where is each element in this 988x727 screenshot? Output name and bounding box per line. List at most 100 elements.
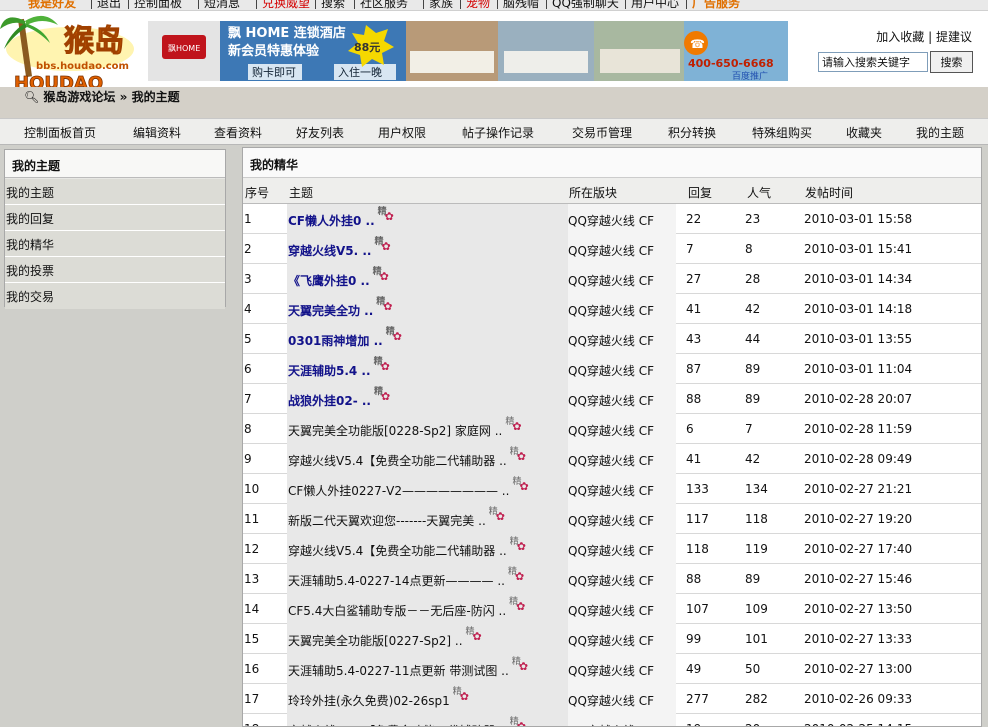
table-row: 16 天涯辅助5.4-0227-11点更新 带测试图 .. 精 ✿ QQ穿越火线 CF 4… bbox=[243, 654, 981, 684]
tab-special-group[interactable]: 特殊组购买 bbox=[752, 124, 812, 141]
thread-subject-link[interactable]: 玲玲外挂(永久免费)02-26sp1 精 ✿ bbox=[288, 687, 470, 709]
top-nav-item[interactable]: 短消息 bbox=[204, 0, 240, 10]
forum-link[interactable]: QQ穿越火线 CF bbox=[568, 542, 654, 559]
suggest-link[interactable]: 提建议 bbox=[936, 30, 972, 44]
tab-permissions[interactable]: 用户权限 bbox=[378, 124, 426, 141]
search-button[interactable]: 搜索 bbox=[930, 51, 973, 73]
col-subject: 主题 bbox=[289, 186, 314, 200]
forum-link[interactable]: QQ穿越火线 CF bbox=[568, 632, 654, 649]
row-number: 17 bbox=[244, 692, 260, 706]
tab-view-profile[interactable]: 查看资料 bbox=[214, 124, 262, 141]
digest-star-icon: 精 ✿ bbox=[374, 237, 391, 253]
top-nav-item[interactable]: 兑换威望 bbox=[262, 0, 310, 10]
thread-subject-text: 天翼完美全功能版[0228-Sp2] 家庭网 .. bbox=[288, 424, 503, 438]
svg-text:bbs.houdao.com: bbs.houdao.com bbox=[36, 61, 129, 72]
post-time: 2010-02-27 13:50 bbox=[804, 602, 913, 616]
forum-link[interactable]: QQ穿越火线 CF bbox=[568, 452, 654, 469]
tab-points-exchange[interactable]: 积分转换 bbox=[668, 124, 716, 141]
tab-post-log[interactable]: 帖子操作记录 bbox=[462, 124, 534, 141]
thread-subject-text: 天涯辅助5.4 .. bbox=[288, 364, 371, 378]
top-nav-item[interactable]: 社区服务 bbox=[360, 0, 408, 10]
top-nav-item[interactable]: 广告服务 bbox=[692, 0, 740, 10]
sidebar-item-my-threads[interactable]: 我的主题 bbox=[5, 179, 225, 205]
thread-subject-link[interactable]: 穿越火线V5.4【免费全功能二代辅助器 ..精✿ bbox=[288, 537, 527, 559]
thread-subject-link[interactable]: CF5.4大白鲨辅助专版－－无后座-防闪 .. 精 ✿ bbox=[288, 597, 526, 619]
forum-link[interactable]: QQ穿越火线 CF bbox=[568, 302, 654, 319]
post-time: 2010-02-27 13:00 bbox=[804, 662, 913, 676]
forum-link[interactable]: QQ穿越火线 CF bbox=[568, 212, 654, 229]
post-time: 2010-02-28 20:07 bbox=[804, 392, 913, 406]
thread-subject-link[interactable]: 0301雨神增加 .. 精 ✿ bbox=[288, 327, 403, 349]
thread-subject-link[interactable]: 天翼完美全功能版[0228-Sp2] 家庭网 .. 精 ✿ bbox=[288, 417, 522, 439]
tab-friends[interactable]: 好友列表 bbox=[296, 124, 344, 141]
thread-subject-link[interactable]: 战狼外挂02- .. 精 ✿ bbox=[288, 387, 391, 409]
forum-link[interactable]: QQ穿越火线 CF bbox=[568, 572, 654, 589]
forum-link[interactable]: QQ穿越火线 CF bbox=[568, 602, 654, 619]
thread-subject-link[interactable]: 穿越火线V5.4【免费全功能二代辅助器 ..精✿ bbox=[288, 447, 527, 469]
forum-link[interactable]: QQ穿越火线 CF bbox=[568, 422, 654, 439]
top-nav-item[interactable]: 控制面板 bbox=[134, 0, 182, 10]
post-time: 2010-03-01 14:34 bbox=[804, 272, 913, 286]
thread-subject-text: CF5.4大白鲨辅助专版－－无后座-防闪 .. bbox=[288, 604, 507, 618]
table-row: 1 CF懒人外挂0 .. 精 ✿ QQ穿越火线 CF 22 23 2010-03-01 15:… bbox=[243, 204, 981, 234]
tab-my-threads[interactable]: 我的主题 bbox=[916, 124, 964, 141]
forum-link[interactable]: QQ穿越火线 CF bbox=[568, 722, 654, 726]
forum-link[interactable]: QQ穿越火线 CF bbox=[568, 692, 654, 709]
tab-control-panel-home[interactable]: 控制面板首页 bbox=[24, 124, 96, 141]
top-nav-item[interactable]: 退出 bbox=[97, 0, 121, 10]
sidebar-item-my-polls[interactable]: 我的投票 bbox=[5, 257, 225, 283]
table-row: 6 天涯辅助5.4 .. 精 ✿ QQ穿越火线 CF 87 89 2010-03-01 11:… bbox=[243, 354, 981, 384]
reply-count: 19 bbox=[686, 722, 701, 726]
tab-edit-profile[interactable]: 编辑资料 bbox=[133, 124, 181, 141]
top-nav-item[interactable]: QQ强制聊天 bbox=[552, 0, 619, 10]
row-number: 4 bbox=[244, 302, 252, 316]
post-time: 2010-02-25 14:15 bbox=[804, 722, 912, 726]
digest-star-icon: 精 ✿ bbox=[385, 327, 402, 343]
thread-subject-link[interactable]: 天翼完美全功能版[0227-Sp2] .. 精 ✿ bbox=[288, 627, 483, 649]
sidebar-item-my-trades[interactable]: 我的交易 bbox=[5, 283, 225, 309]
tab-currency[interactable]: 交易币管理 bbox=[572, 124, 632, 141]
sidebar-item-my-replies[interactable]: 我的回复 bbox=[5, 205, 225, 231]
site-logo[interactable]: 猴岛 bbs.houdao.com HOUDAO bbox=[0, 11, 150, 93]
forum-link[interactable]: QQ穿越火线 CF bbox=[568, 332, 654, 349]
forum-link[interactable]: QQ穿越火线 CF bbox=[568, 392, 654, 409]
hotel-ad-banner[interactable]: 飘HOME 飘 HOME 连锁酒店 新会员特惠体验 购卡即可 入住一晚 88元 … bbox=[148, 21, 788, 81]
breadcrumb-forum-link[interactable]: 猴岛游戏论坛 bbox=[43, 90, 115, 104]
thread-subject-link[interactable]: 天涯辅助5.4-0227-14点更新———— .. 精 ✿ bbox=[288, 567, 525, 589]
forum-link[interactable]: QQ穿越火线 CF bbox=[568, 662, 654, 679]
tab-favorites[interactable]: 收藏夹 bbox=[846, 124, 882, 141]
thread-subject-link[interactable]: 天涯辅助5.4-0227-11点更新 带测试图 .. 精 ✿ bbox=[288, 657, 529, 679]
forum-link[interactable]: QQ穿越火线 CF bbox=[568, 362, 654, 379]
forum-link[interactable]: QQ穿越火线 CF bbox=[568, 272, 654, 289]
thread-subject-link[interactable]: 穿越火线V5. .. 精 ✿ bbox=[288, 237, 392, 259]
forum-link[interactable]: QQ穿越火线 CF bbox=[568, 242, 654, 259]
top-nav-item[interactable]: 家族 bbox=[429, 0, 453, 10]
row-number: 9 bbox=[244, 452, 252, 466]
post-time: 2010-02-27 17:40 bbox=[804, 542, 913, 556]
svg-text:☎: ☎ bbox=[690, 37, 705, 51]
top-nav-item[interactable]: 脑残帽 bbox=[503, 0, 539, 10]
top-nav-item[interactable]: 我是好友 bbox=[28, 0, 76, 10]
add-favorite-link[interactable]: 加入收藏 bbox=[876, 30, 924, 44]
thread-subject-link[interactable]: 《飞鹰外挂0 .. 精 ✿ bbox=[288, 267, 390, 289]
thread-subject-link[interactable]: 穿越火线V5.4【免费全功能二代辅助器 ..精✿ bbox=[288, 717, 527, 726]
svg-text:购卡即可: 购卡即可 bbox=[252, 65, 296, 79]
digest-star-icon: 精 ✿ bbox=[465, 627, 482, 643]
table-row: 15 天翼完美全功能版[0227-Sp2] .. 精 ✿ QQ穿越火线 CF 99 101 2… bbox=[243, 624, 981, 654]
top-nav-item[interactable]: 搜索 bbox=[321, 0, 345, 10]
reply-count: 117 bbox=[686, 512, 709, 526]
top-nav-item[interactable]: 用户中心 bbox=[631, 0, 679, 10]
thread-subject-link[interactable]: 天涯辅助5.4 .. 精 ✿ bbox=[288, 357, 391, 379]
top-nav-bar: 我是好友 退出 控制面板 短消息 兑换威望 搜索 社区服务 家族 宠物 脑残帽 QQ强制聊天 用户中心… bbox=[0, 0, 988, 11]
top-nav-item[interactable]: 宠物 bbox=[466, 0, 490, 10]
thread-subject-link[interactable]: 天翼完美全功 .. 精 ✿ bbox=[288, 297, 393, 319]
sidebar-item-my-digest[interactable]: 我的精华 bbox=[5, 231, 225, 257]
forum-link[interactable]: QQ穿越火线 CF bbox=[568, 482, 654, 499]
thread-subject-link[interactable]: CF懒人外挂0227-V2———————— .. 精 ✿ bbox=[288, 477, 529, 499]
search-input[interactable] bbox=[818, 52, 928, 72]
thread-subject-link[interactable]: CF懒人外挂0 .. 精 ✿ bbox=[288, 207, 395, 229]
row-number: 3 bbox=[244, 272, 252, 286]
forum-link[interactable]: QQ穿越火线 CF bbox=[568, 512, 654, 529]
thread-subject-link[interactable]: 新版二代天翼欢迎您-------天翼完美 .. 精 ✿ bbox=[288, 507, 506, 529]
view-count: 119 bbox=[745, 542, 768, 556]
